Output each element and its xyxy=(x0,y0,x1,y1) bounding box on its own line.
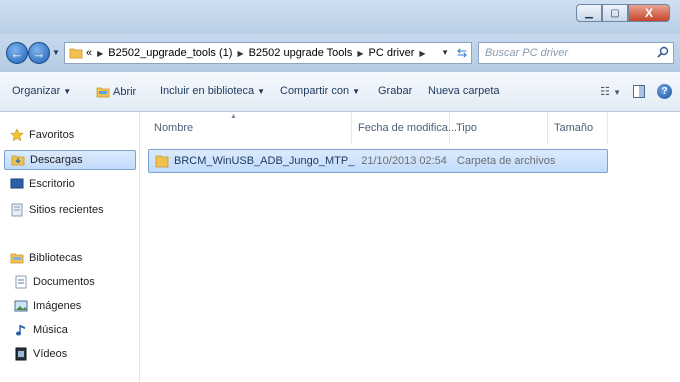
sidebar-item-pictures[interactable]: Imágenes xyxy=(14,296,81,316)
address-row: ← → ▼ « ▶ B2502_upgrade_tools (1) ▶ B250… xyxy=(0,34,680,72)
address-overflow[interactable]: « xyxy=(86,47,92,59)
column-header-label: Nombre xyxy=(154,122,194,134)
address-bar[interactable]: « ▶ B2502_upgrade_tools (1) ▶ B2502 upgr… xyxy=(64,42,472,64)
burn-button[interactable]: Grabar xyxy=(378,85,412,97)
favorites-label: Favoritos xyxy=(29,129,75,141)
new-folder-label: Nueva carpeta xyxy=(428,85,500,97)
downloads-folder-icon xyxy=(11,155,25,166)
pictures-label: Imágenes xyxy=(33,300,82,312)
back-arrow-icon: ← xyxy=(10,45,24,61)
column-header-size[interactable]: Tamaño xyxy=(548,112,608,144)
downloads-label: Descargas xyxy=(30,154,83,166)
column-header-label: Tipo xyxy=(456,122,477,134)
organize-label: Organizar xyxy=(12,85,61,97)
open-folder-icon xyxy=(96,87,110,98)
include-library-label: Incluir en biblioteca xyxy=(160,85,255,97)
change-view-button[interactable]: ☷ ▼ xyxy=(600,85,621,98)
search-icon[interactable] xyxy=(657,46,669,58)
column-header-date[interactable]: Fecha de modifica... xyxy=(352,112,457,144)
address-dropdown-icon[interactable]: ▼ xyxy=(441,48,449,57)
forward-button[interactable]: → xyxy=(28,42,50,64)
column-header-name[interactable]: ▲ Nombre xyxy=(148,112,352,144)
chevron-down-icon: ▼ xyxy=(63,87,72,96)
file-name: BRCM_WinUSB_ADB_Jungo_MTP_RNDIS... xyxy=(174,155,355,167)
burn-label: Grabar xyxy=(378,85,413,97)
open-label: Abrir xyxy=(113,86,137,98)
window-controls: ▁ ▢ X xyxy=(576,4,670,22)
sidebar-item-videos[interactable]: Vídeos xyxy=(14,344,67,364)
documents-icon xyxy=(15,275,27,289)
file-row[interactable]: BRCM_WinUSB_ADB_Jungo_MTP_RNDIS... 21/10… xyxy=(148,149,608,173)
chevron-right-icon: ▶ xyxy=(97,48,104,58)
chevron-down-icon: ▼ xyxy=(257,87,266,96)
sidebar-item-favorites[interactable]: Favoritos xyxy=(10,125,74,145)
new-folder-button[interactable]: Nueva carpeta xyxy=(428,85,500,97)
organize-menu[interactable]: Organizar ▼ xyxy=(12,85,71,97)
include-library-menu[interactable]: Incluir en biblioteca ▼ xyxy=(160,85,265,97)
view-list-icon: ☷ xyxy=(600,86,611,98)
breadcrumb-item[interactable]: B2502_upgrade_tools (1) xyxy=(108,47,232,59)
sidebar-item-libraries[interactable]: Bibliotecas xyxy=(10,248,82,268)
column-header-type[interactable]: Tipo xyxy=(450,112,548,144)
forward-arrow-icon: → xyxy=(32,45,46,61)
folder-icon xyxy=(155,155,169,168)
music-label: Música xyxy=(33,324,68,336)
close-button[interactable]: X xyxy=(628,4,670,22)
sidebar-item-downloads[interactable]: Descargas xyxy=(4,150,136,170)
recent-places-label: Sitios recientes xyxy=(29,204,104,216)
column-header-label: Tamaño xyxy=(554,122,594,134)
chevron-right-icon[interactable]: ▶ xyxy=(419,49,425,58)
share-menu[interactable]: Compartir con ▼ xyxy=(280,85,360,97)
recent-places-icon xyxy=(11,203,23,217)
desktop-label: Escritorio xyxy=(29,178,75,190)
share-label: Compartir con xyxy=(280,85,350,97)
recent-pages-dropdown[interactable]: ▼ xyxy=(52,48,60,57)
chevron-down-icon: ▼ xyxy=(613,88,621,97)
search-box[interactable]: Buscar PC driver xyxy=(478,42,674,64)
chevron-down-icon: ▼ xyxy=(352,87,360,96)
sidebar-item-music[interactable]: Música xyxy=(14,320,68,340)
search-placeholder: Buscar PC driver xyxy=(485,47,569,59)
close-icon: X xyxy=(644,6,653,20)
folder-icon xyxy=(69,48,83,59)
file-date: 21/10/2013 02:54 ... xyxy=(361,155,451,167)
maximize-button[interactable]: ▢ xyxy=(602,4,628,22)
videos-label: Vídeos xyxy=(33,348,68,360)
back-button[interactable]: ← xyxy=(6,42,28,64)
sort-ascending-icon: ▲ xyxy=(230,113,237,120)
chevron-right-icon[interactable]: ▶ xyxy=(237,49,243,58)
chevron-right-icon[interactable]: ▶ xyxy=(357,49,363,58)
minimize-icon: ▁ xyxy=(585,7,593,19)
documents-label: Documentos xyxy=(33,276,95,288)
libraries-icon xyxy=(10,253,24,264)
title-bar: ▁ ▢ X xyxy=(0,0,680,34)
videos-icon xyxy=(15,347,27,361)
pictures-icon xyxy=(14,300,28,312)
music-icon xyxy=(16,325,25,336)
sidebar-item-recent-places[interactable]: Sitios recientes xyxy=(10,200,104,220)
column-header-label: Fecha de modifica... xyxy=(358,122,458,134)
breadcrumb-item[interactable]: PC driver xyxy=(369,47,415,59)
view-controls: ☷ ▼ ? xyxy=(600,84,672,99)
libraries-label: Bibliotecas xyxy=(29,252,83,264)
help-icon[interactable]: ? xyxy=(657,84,672,99)
minimize-button[interactable]: ▁ xyxy=(576,4,602,22)
sidebar-item-documents[interactable]: Documentos xyxy=(14,272,95,292)
star-icon xyxy=(10,128,24,142)
desktop-icon xyxy=(10,178,24,189)
navigation-pane: Favoritos Descargas Escritorio Sitios re… xyxy=(0,112,140,382)
open-button[interactable]: Abrir xyxy=(96,85,136,99)
maximize-icon: ▢ xyxy=(610,7,620,19)
file-type: Carpeta de archivos xyxy=(456,155,556,167)
breadcrumb-item[interactable]: B2502 upgrade Tools xyxy=(249,47,353,59)
sidebar-item-desktop[interactable]: Escritorio xyxy=(10,174,75,194)
column-headers: ▲ Nombre Fecha de modifica... Tipo Tamañ… xyxy=(148,112,608,144)
preview-pane-icon[interactable] xyxy=(633,85,645,98)
command-bar: Organizar ▼ Abrir Incluir en biblioteca ▼ … xyxy=(0,72,680,112)
refresh-icon[interactable]: ⇆ xyxy=(457,46,467,60)
